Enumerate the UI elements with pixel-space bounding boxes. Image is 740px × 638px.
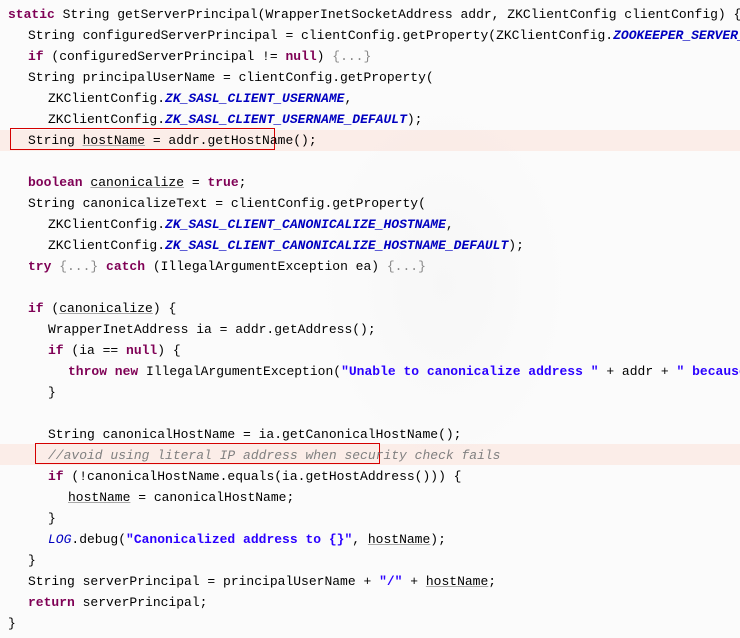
- code-line: String canonicalizeText = clientConfig.g…: [8, 193, 732, 214]
- blank-line: [8, 277, 732, 298]
- blank-line: [8, 403, 732, 424]
- code-line: ZKClientConfig.ZK_SASL_CLIENT_USERNAME_D…: [8, 109, 732, 130]
- code-line: String configuredServerPrincipal = clien…: [8, 25, 732, 46]
- code-line: boolean canonicalize = true;: [8, 172, 732, 193]
- code-line: if (ia == null) {: [8, 340, 732, 361]
- code-line: }: [8, 550, 732, 571]
- code-line: WrapperInetAddress ia = addr.getAddress(…: [8, 319, 732, 340]
- code-line: //avoid using literal IP address when se…: [8, 445, 732, 466]
- fold-marker[interactable]: {...}: [387, 259, 426, 274]
- code-editor[interactable]: static String getServerPrincipal(Wrapper…: [8, 4, 732, 634]
- code-line: if (configuredServerPrincipal != null) {…: [8, 46, 732, 67]
- keyword: static: [8, 7, 55, 22]
- code-line: String hostName = addr.getHostName();: [8, 130, 732, 151]
- code-line: hostName = canonicalHostName;: [8, 487, 732, 508]
- code-line: String principalUserName = clientConfig.…: [8, 67, 732, 88]
- code-line: }: [8, 382, 732, 403]
- code-line: static String getServerPrincipal(Wrapper…: [8, 4, 732, 25]
- code-line: if (canonicalize) {: [8, 298, 732, 319]
- code-line: ZKClientConfig.ZK_SASL_CLIENT_USERNAME,: [8, 88, 732, 109]
- code-line: try {...} catch (IllegalArgumentExceptio…: [8, 256, 732, 277]
- code-line: throw new IllegalArgumentException("Unab…: [8, 361, 732, 382]
- code-line: String serverPrincipal = principalUserNa…: [8, 571, 732, 592]
- fold-marker[interactable]: {...}: [332, 49, 371, 64]
- code-line: LOG.debug("Canonicalized address to {}",…: [8, 529, 732, 550]
- blank-line: [8, 151, 732, 172]
- code-line: String canonicalHostName = ia.getCanonic…: [8, 424, 732, 445]
- code-line: if (!canonicalHostName.equals(ia.getHost…: [8, 466, 732, 487]
- code-line: }: [8, 613, 732, 634]
- fold-marker[interactable]: {...}: [51, 259, 106, 274]
- code-line: ZKClientConfig.ZK_SASL_CLIENT_CANONICALI…: [8, 214, 732, 235]
- code-line: return serverPrincipal;: [8, 592, 732, 613]
- code-line: ZKClientConfig.ZK_SASL_CLIENT_CANONICALI…: [8, 235, 732, 256]
- code-line: }: [8, 508, 732, 529]
